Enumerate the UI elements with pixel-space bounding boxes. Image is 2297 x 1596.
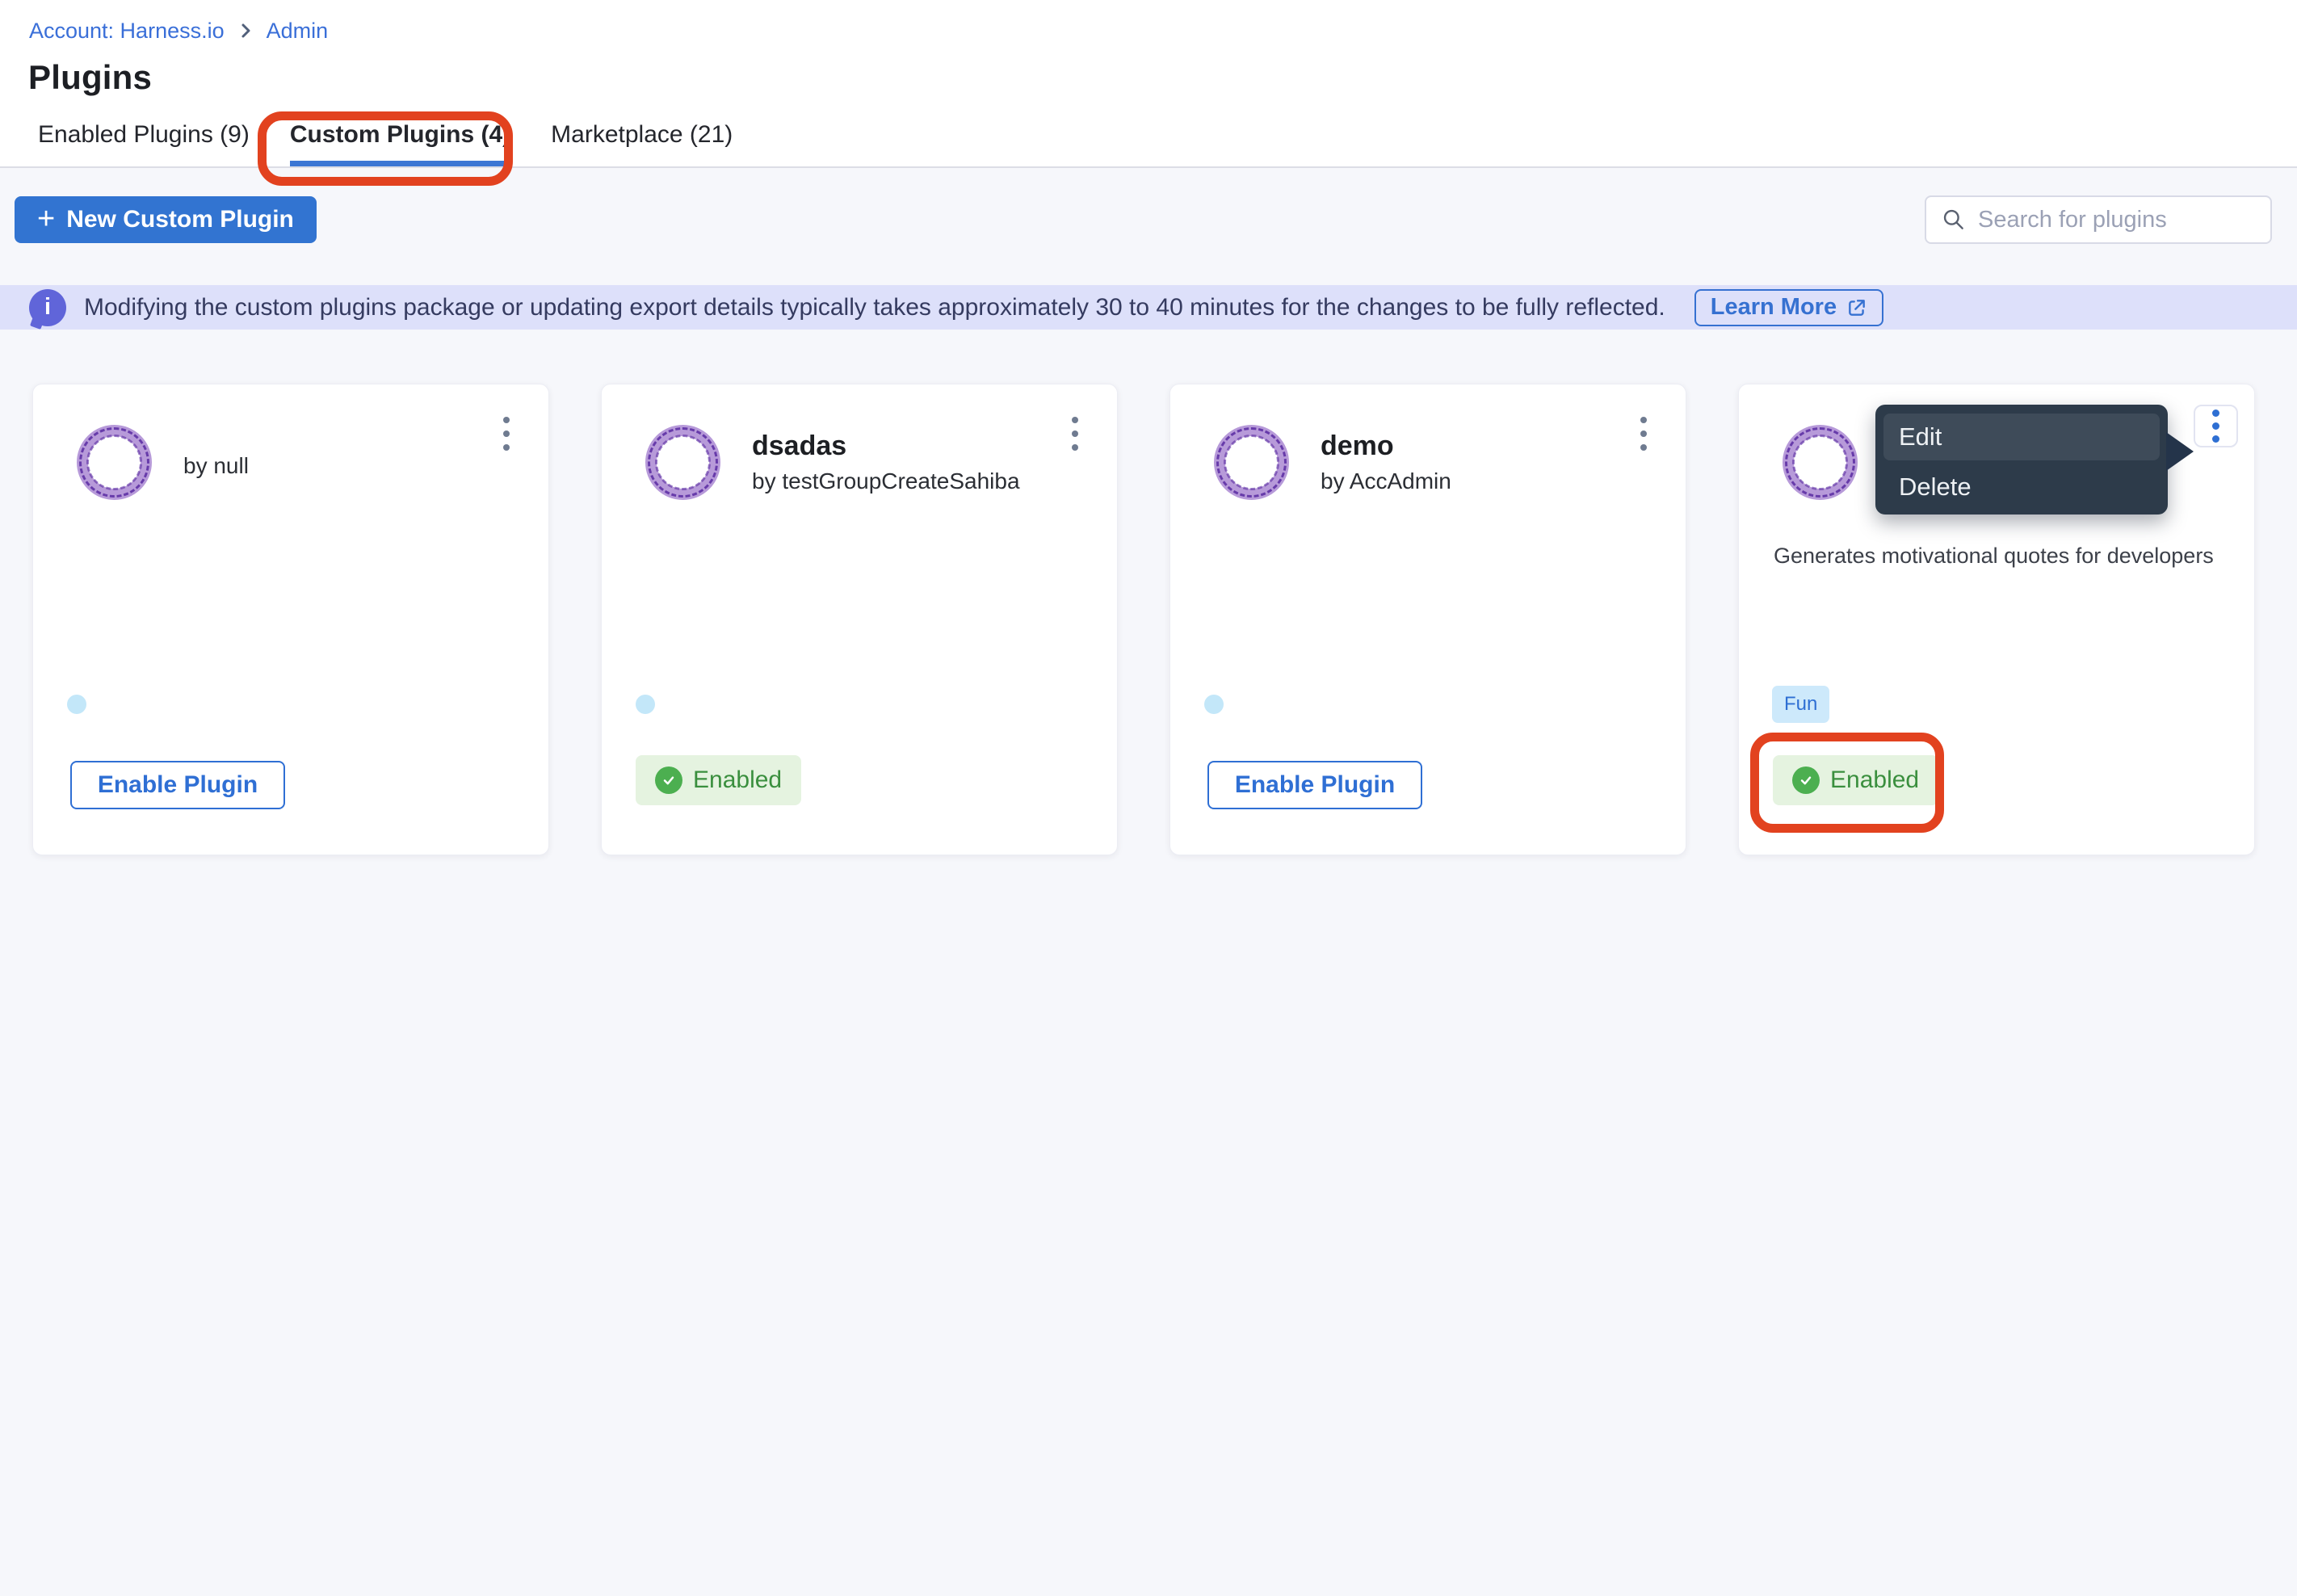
menu-item-edit[interactable]: Edit [1883, 414, 2160, 460]
banner-message: Modifying the custom plugins package or … [84, 294, 1665, 321]
breadcrumb-account-link[interactable]: Account: Harness.io [29, 19, 225, 44]
card-context-menu: Edit Delete [1875, 405, 2168, 514]
enabled-status-badge: Enabled [636, 755, 801, 805]
kebab-menu-icon[interactable] [500, 414, 513, 454]
plugin-title: dsadas [752, 430, 1020, 462]
card-head [1783, 425, 1858, 500]
plugin-logo-icon [1783, 425, 1858, 500]
empty-tag-dot [1204, 695, 1224, 714]
plugin-author: by testGroupCreateSahiba [752, 468, 1020, 494]
card-head: demo by AccAdmin [1214, 425, 1451, 500]
page-title: Plugins [28, 58, 2297, 97]
tab-bar: Enabled Plugins (9) Custom Plugins (4) M… [0, 121, 2297, 168]
empty-tag-dot [636, 695, 655, 714]
breadcrumb-admin-link[interactable]: Admin [267, 19, 329, 44]
card-head: by null [77, 425, 249, 500]
plugin-card-grid: by null Enable Plugin dsadas by testGrou… [32, 384, 2297, 855]
plugin-search [1925, 195, 2272, 244]
enabled-label: Enabled [693, 766, 782, 794]
menu-item-delete[interactable]: Delete [1883, 464, 2160, 510]
page-header: Account: Harness.io Admin Plugins Enable… [0, 0, 2297, 168]
plugin-card-dsadas: dsadas by testGroupCreateSahiba Enabled [601, 384, 1118, 855]
new-custom-plugin-label: New Custom Plugin [66, 206, 294, 233]
tab-marketplace[interactable]: Marketplace (21) [551, 121, 733, 166]
search-input[interactable] [1978, 207, 2282, 233]
plugin-title: demo [1321, 430, 1451, 462]
learn-more-label: Learn More [1711, 294, 1837, 321]
card-head: dsadas by testGroupCreateSahiba [645, 425, 1020, 500]
chevron-right-icon [236, 21, 255, 40]
plugin-card-demo: demo by AccAdmin Enable Plugin [1169, 384, 1686, 855]
kebab-menu-button-active[interactable] [2194, 405, 2238, 447]
plus-icon: + [37, 204, 55, 234]
kebab-menu-icon[interactable] [1637, 414, 1650, 454]
plugin-description: Generates motivational quotes for develo… [1774, 544, 2226, 569]
enabled-status-badge: Enabled [1773, 755, 1938, 805]
search-icon [1941, 207, 1967, 233]
enabled-label: Enabled [1830, 766, 1919, 794]
tab-custom-plugins[interactable]: Custom Plugins (4) [290, 121, 510, 166]
learn-more-button[interactable]: Learn More [1694, 289, 1883, 326]
check-icon [1792, 766, 1820, 794]
info-icon: i [29, 289, 66, 326]
tab-enabled-plugins[interactable]: Enabled Plugins (9) [38, 121, 250, 166]
enable-plugin-button[interactable]: Enable Plugin [1207, 761, 1422, 809]
toolbar: + New Custom Plugin [0, 168, 2297, 244]
plugin-logo-icon [77, 425, 152, 500]
enable-plugin-button[interactable]: Enable Plugin [70, 761, 285, 809]
check-icon [655, 766, 682, 794]
info-banner: i Modifying the custom plugins package o… [0, 285, 2297, 330]
empty-tag-dot [67, 695, 86, 714]
plugin-author: by AccAdmin [1321, 468, 1451, 494]
plugin-card-motivational: Edit Delete Generates motivational quote… [1738, 384, 2255, 855]
kebab-menu-icon[interactable] [1069, 414, 1081, 454]
breadcrumb: Account: Harness.io Admin [29, 16, 2297, 45]
plugin-logo-icon [1214, 425, 1289, 500]
new-custom-plugin-button[interactable]: + New Custom Plugin [15, 196, 317, 243]
external-link-icon [1846, 297, 1867, 318]
plugin-logo-icon [645, 425, 720, 500]
tag-fun[interactable]: Fun [1772, 686, 1829, 723]
plugin-author: by null [183, 453, 249, 479]
plugin-card-null: by null Enable Plugin [32, 384, 549, 855]
